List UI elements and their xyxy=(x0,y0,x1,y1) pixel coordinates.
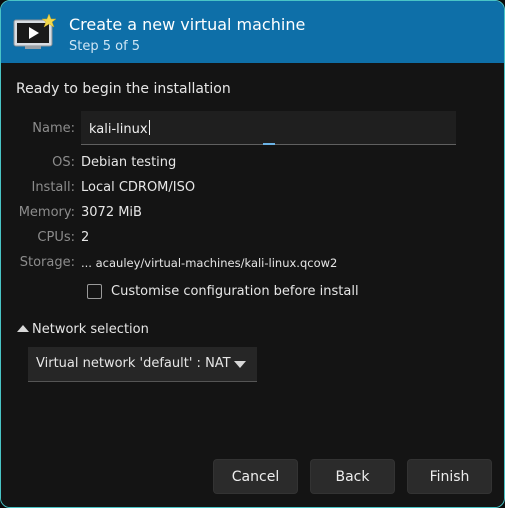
memory-value: 3072 MiB xyxy=(81,205,142,220)
name-label: Name: xyxy=(32,121,75,136)
network-dropdown-value: Virtual network 'default' : NAT xyxy=(36,356,231,371)
input-marker xyxy=(263,143,275,145)
cancel-button[interactable]: Cancel xyxy=(213,459,298,494)
step-indicator: Step 5 of 5 xyxy=(69,39,141,54)
back-button[interactable]: Back xyxy=(310,459,395,494)
dialog-title: Create a new virtual machine xyxy=(69,15,306,34)
install-label: Install: xyxy=(31,180,75,195)
name-field[interactable]: kali-linux xyxy=(81,111,456,145)
cpus-value: 2 xyxy=(81,230,90,245)
network-selection-label: Network selection xyxy=(32,322,149,337)
virtual-machine-icon xyxy=(13,14,57,49)
storage-label: Storage: xyxy=(19,255,75,270)
finish-button[interactable]: Finish xyxy=(407,459,492,494)
dialog-header: Create a new virtual machine Step 5 of 5 xyxy=(1,1,504,63)
name-field-text: kali-linux xyxy=(89,120,150,137)
chevron-down-icon xyxy=(234,361,246,368)
cpus-label: CPUs: xyxy=(37,230,75,245)
storage-value: ... acauley/virtual-machines/kali-linux.… xyxy=(81,256,338,270)
network-dropdown[interactable]: Virtual network 'default' : NAT xyxy=(28,347,257,382)
os-label: OS: xyxy=(52,155,75,170)
text-caret xyxy=(148,120,150,135)
memory-label: Memory: xyxy=(18,205,75,220)
os-value: Debian testing xyxy=(81,155,177,170)
customise-checkbox[interactable] xyxy=(87,284,102,299)
customise-checkbox-label[interactable]: Customise configuration before install xyxy=(111,284,359,299)
new-vm-dialog: Create a new virtual machine Step 5 of 5… xyxy=(0,0,505,508)
install-value: Local CDROM/ISO xyxy=(81,180,196,195)
expander-arrow-icon xyxy=(17,325,29,332)
dialog-content: Ready to begin the installation Name: ka… xyxy=(1,63,504,507)
network-selection-expander[interactable]: Network selection xyxy=(17,322,149,337)
ready-heading: Ready to begin the installation xyxy=(16,81,231,97)
